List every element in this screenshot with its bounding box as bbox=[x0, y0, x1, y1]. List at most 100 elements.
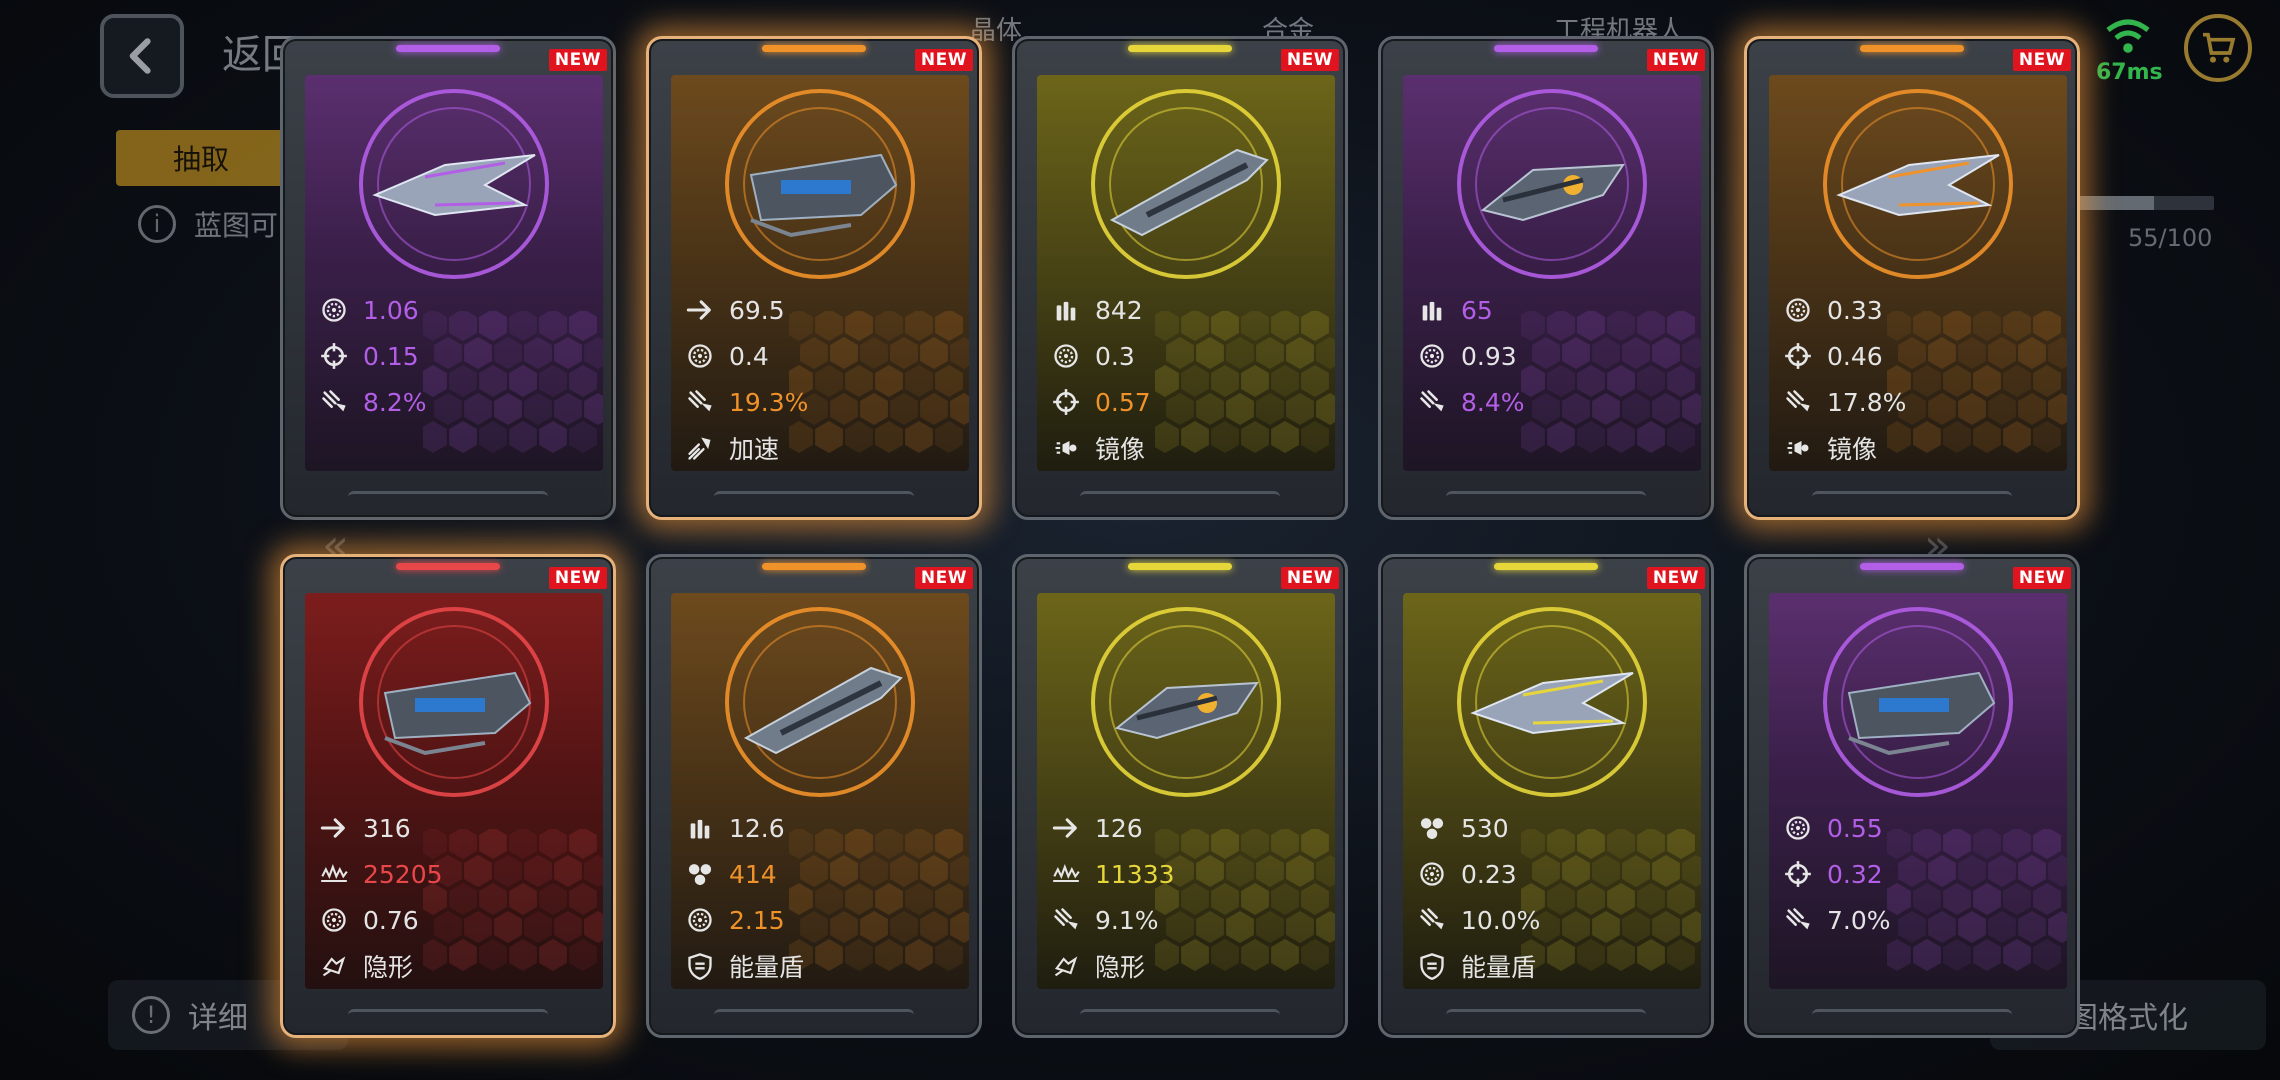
stat-value: 0.15 bbox=[363, 341, 419, 371]
stat-list: 65 0.93 8.4% bbox=[1417, 287, 1691, 425]
ship-image bbox=[1847, 671, 1996, 756]
stat-row: 25205 bbox=[319, 851, 593, 897]
ship-image bbox=[1109, 148, 1269, 237]
cluster-icon bbox=[685, 859, 715, 889]
crit-icon bbox=[685, 387, 715, 417]
stat-row: 7.0% bbox=[1783, 897, 2057, 943]
stat-value: 0.93 bbox=[1461, 341, 1517, 371]
card-panel: 12.6 414 2.15 能量盾 bbox=[671, 593, 969, 989]
stat-value: 9.1% bbox=[1095, 905, 1159, 935]
stat-value: 414 bbox=[729, 859, 777, 889]
rarity-indicator bbox=[762, 563, 866, 570]
rarity-indicator bbox=[1128, 45, 1232, 52]
stat-list: 69.5 0.4 19.3% 加速 bbox=[685, 287, 959, 471]
card-panel: 65 0.93 8.4% bbox=[1403, 75, 1701, 471]
crit-icon bbox=[1417, 387, 1447, 417]
stat-value: 842 bbox=[1095, 295, 1143, 325]
stat-row: 11333 bbox=[1051, 851, 1325, 897]
stat-value: 69.5 bbox=[729, 295, 785, 325]
stat-list: 0.55 0.32 7.0% bbox=[1783, 805, 2057, 943]
stat-value: 2.15 bbox=[729, 905, 785, 935]
crit-icon bbox=[1783, 905, 1813, 935]
rarity-indicator bbox=[1860, 563, 1964, 570]
stat-value: 0.3 bbox=[1095, 341, 1135, 371]
arrow-icon bbox=[685, 295, 715, 325]
rarity-indicator bbox=[1494, 563, 1598, 570]
fire-rate-icon bbox=[1417, 341, 1447, 371]
blueprint-card[interactable]: NEW 842 0.3 0.57 镜像 bbox=[1012, 36, 1348, 520]
stat-row: 0.55 bbox=[1783, 805, 2057, 851]
new-badge: NEW bbox=[1280, 49, 1339, 71]
card-panel: 69.5 0.4 19.3% 加速 bbox=[671, 75, 969, 471]
crosshair-icon bbox=[1783, 859, 1813, 889]
stat-value: 316 bbox=[363, 813, 411, 843]
stat-value: 8.2% bbox=[363, 387, 427, 417]
crit-icon bbox=[1783, 387, 1813, 417]
blueprint-card[interactable]: NEW 65 0.93 8.4% bbox=[1378, 36, 1714, 520]
ammo-icon bbox=[1051, 295, 1081, 325]
stat-row: 0.46 bbox=[1783, 333, 2057, 379]
stat-row: 0.57 bbox=[1051, 379, 1325, 425]
stat-value: 0.23 bbox=[1461, 859, 1517, 889]
new-badge: NEW bbox=[1646, 49, 1705, 71]
fire-rate-icon bbox=[685, 341, 715, 371]
crit-icon bbox=[319, 387, 349, 417]
stat-row: 2.15 bbox=[685, 897, 959, 943]
stat-value: 19.3% bbox=[729, 387, 809, 417]
blueprint-card[interactable]: NEW 316 25205 0.76 隐形 bbox=[280, 554, 616, 1038]
cluster-icon bbox=[1417, 813, 1447, 843]
ship-image bbox=[383, 671, 532, 756]
stat-row: 19.3% bbox=[685, 379, 959, 425]
ship-image bbox=[1114, 681, 1259, 740]
stat-row: 能量盾 bbox=[685, 943, 959, 989]
card-footer bbox=[1446, 491, 1646, 511]
stat-list: 1.06 0.15 8.2% bbox=[319, 287, 593, 425]
blueprint-card[interactable]: NEW 530 0.23 10.0% 能量盾 bbox=[1378, 554, 1714, 1038]
stat-value: 能量盾 bbox=[729, 953, 805, 982]
stat-row: 0.3 bbox=[1051, 333, 1325, 379]
card-footer bbox=[348, 491, 548, 511]
stat-row: 8.4% bbox=[1417, 379, 1691, 425]
card-panel: 530 0.23 10.0% 能量盾 bbox=[1403, 593, 1701, 989]
crit-icon bbox=[1051, 905, 1081, 935]
stat-value: 530 bbox=[1461, 813, 1509, 843]
boost-icon bbox=[685, 433, 715, 463]
ship-image bbox=[743, 666, 903, 755]
stat-value: 0.32 bbox=[1827, 859, 1883, 889]
arrow-icon bbox=[1051, 813, 1081, 843]
stat-value: 镜像 bbox=[1827, 435, 1878, 464]
card-footer bbox=[348, 1009, 548, 1029]
new-badge: NEW bbox=[914, 49, 973, 71]
stat-value: 0.46 bbox=[1827, 341, 1883, 371]
new-badge: NEW bbox=[548, 49, 607, 71]
new-badge: NEW bbox=[2012, 49, 2071, 71]
card-panel: 126 11333 9.1% 隐形 bbox=[1037, 593, 1335, 989]
blueprint-card[interactable]: NEW 0.55 0.32 7.0% bbox=[1744, 554, 2080, 1038]
blueprint-card[interactable]: NEW 126 11333 9.1% 隐形 bbox=[1012, 554, 1348, 1038]
blueprint-card[interactable]: NEW 69.5 0.4 19.3% 加速 bbox=[646, 36, 982, 520]
stat-value: 0.57 bbox=[1095, 387, 1151, 417]
fire-rate-icon bbox=[1783, 813, 1813, 843]
card-footer bbox=[714, 491, 914, 511]
fire-rate-icon bbox=[1417, 859, 1447, 889]
stat-row: 842 bbox=[1051, 287, 1325, 333]
blueprint-card[interactable]: NEW 12.6 414 2.15 能量盾 bbox=[646, 554, 982, 1038]
stat-value: 加速 bbox=[729, 435, 780, 464]
stat-row: 0.4 bbox=[685, 333, 959, 379]
new-badge: NEW bbox=[1646, 567, 1705, 589]
stat-value: 0.33 bbox=[1827, 295, 1883, 325]
armor-icon bbox=[1051, 859, 1081, 889]
stat-row: 8.2% bbox=[319, 379, 593, 425]
stat-row: 1.06 bbox=[319, 287, 593, 333]
stat-list: 12.6 414 2.15 能量盾 bbox=[685, 805, 959, 989]
stat-list: 0.33 0.46 17.8% 镜像 bbox=[1783, 287, 2057, 471]
stat-value: 镜像 bbox=[1095, 435, 1146, 464]
card-footer bbox=[1812, 1009, 2012, 1029]
stat-list: 316 25205 0.76 隐形 bbox=[319, 805, 593, 989]
fire-rate-icon bbox=[1051, 341, 1081, 371]
blueprint-card[interactable]: NEW 1.06 0.15 8.2% bbox=[280, 36, 616, 520]
card-panel: 0.55 0.32 7.0% bbox=[1769, 593, 2067, 989]
blueprint-card[interactable]: NEW 0.33 0.46 17.8% 镜像 bbox=[1744, 36, 2080, 520]
mirror-icon bbox=[1783, 433, 1813, 463]
stat-row: 530 bbox=[1417, 805, 1691, 851]
